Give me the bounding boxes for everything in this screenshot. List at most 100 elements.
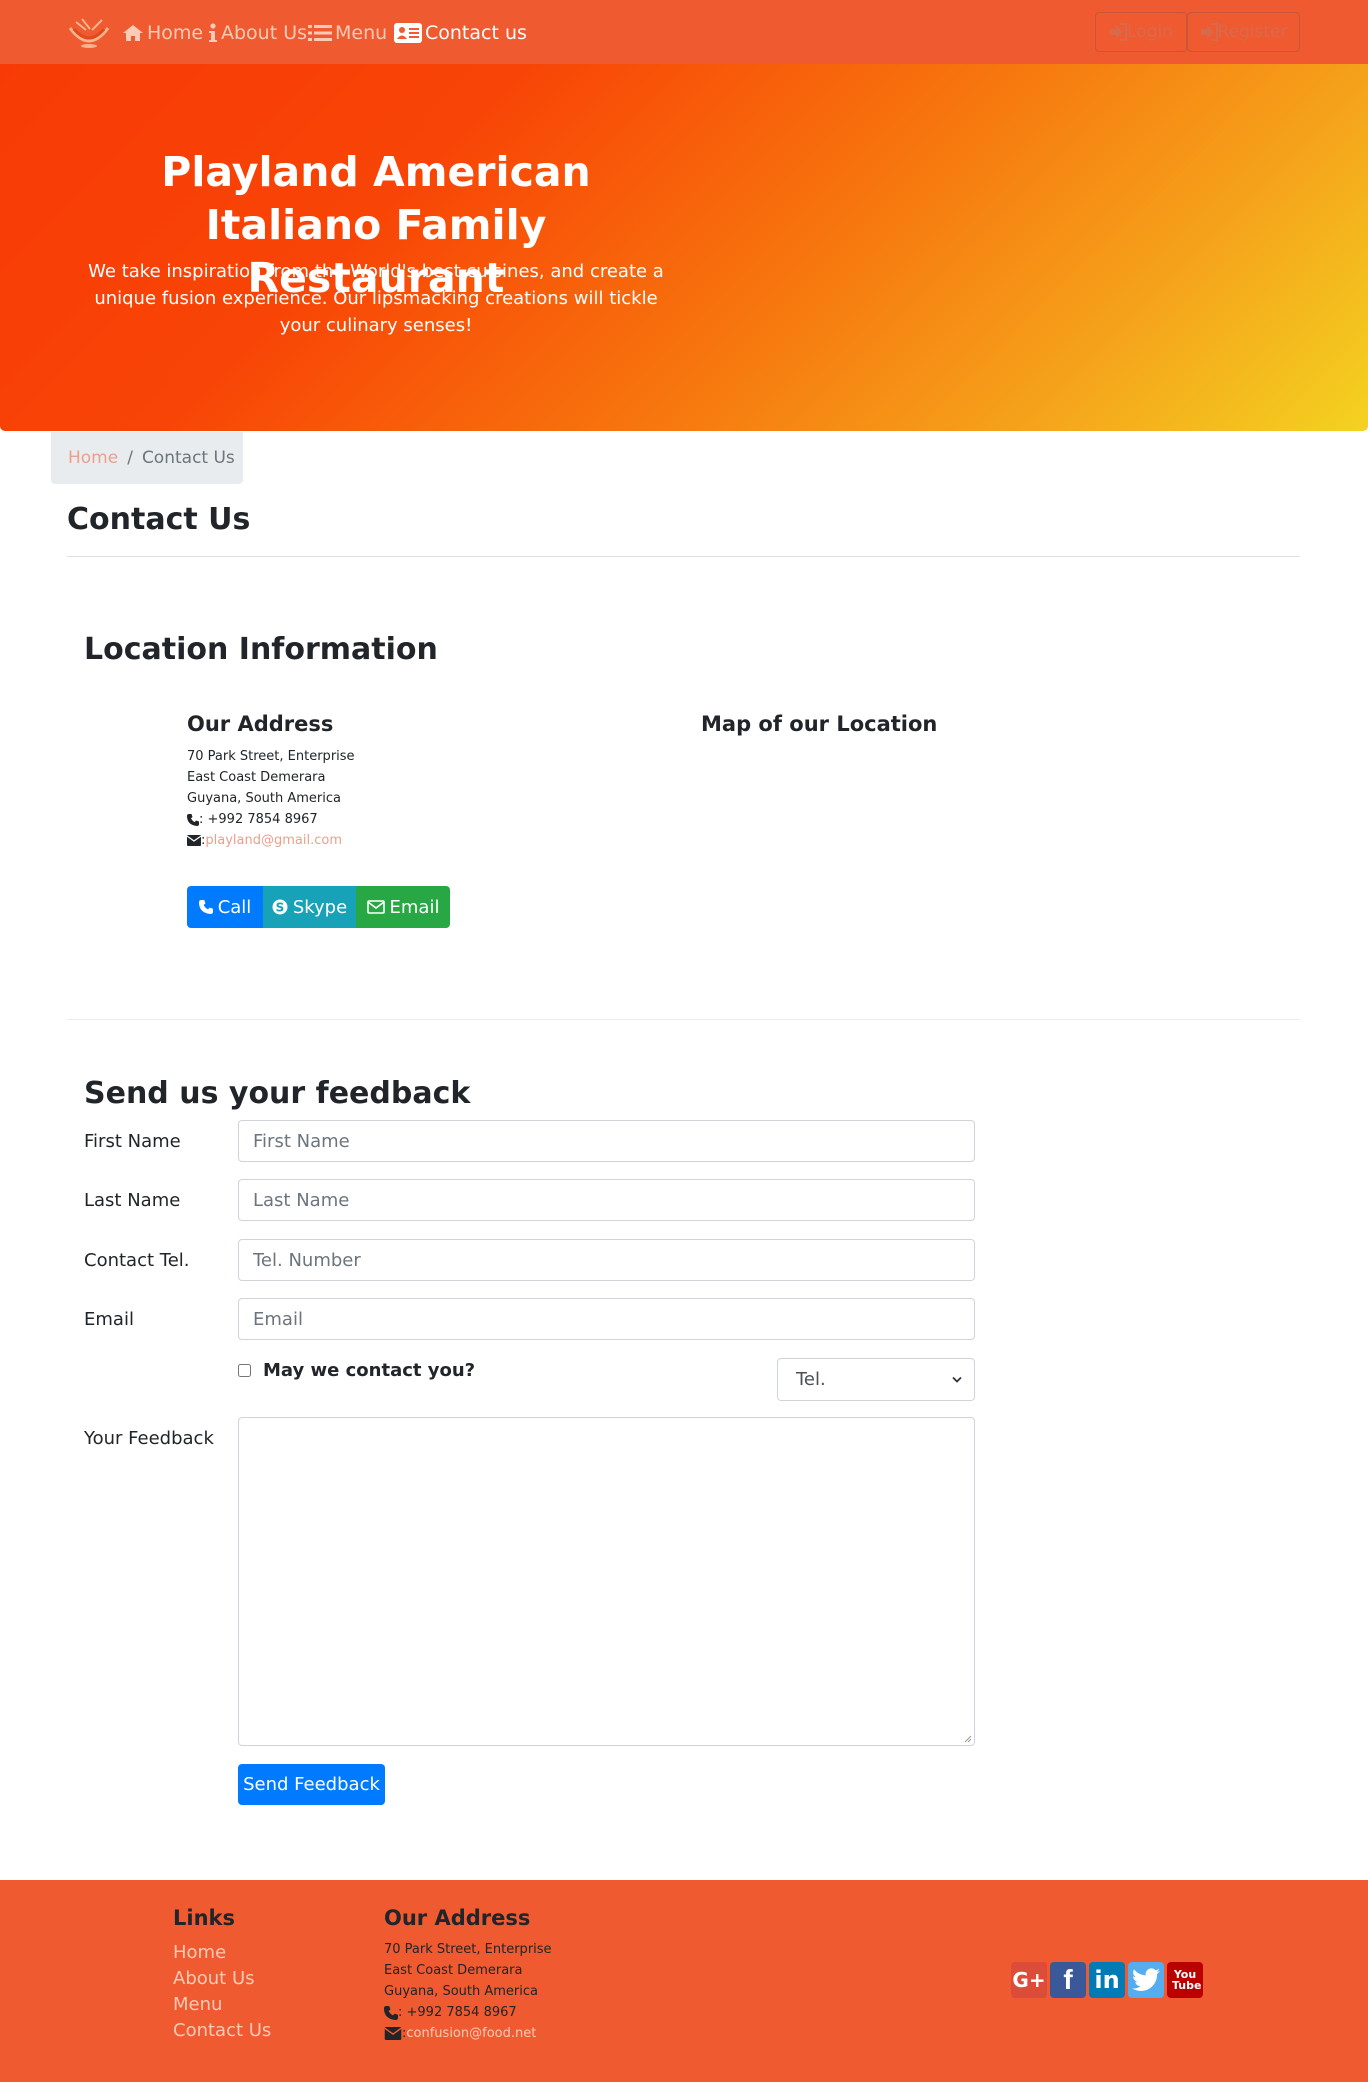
envelope-icon [187,835,201,846]
address-line: East Coast Demerara [384,1963,523,1978]
google-plus-icon[interactable]: G+ [1011,1962,1047,1998]
jumbotron: Playland American Italiano Family Restau… [0,64,1368,431]
sign-in-icon [1200,23,1218,41]
call-label: Call [217,896,252,918]
send-feedback-button[interactable]: Send Feedback [238,1764,385,1805]
email-link[interactable]: playland@gmail.com [205,830,342,851]
address-card-icon [394,23,422,43]
footer-email-row: : confusion@food.net [384,2023,552,2044]
contact-button-group: Call S Skype Email [187,886,450,928]
jumbotron-subtitle: We take inspiration from the World's bes… [88,261,664,336]
call-button[interactable]: Call [187,886,263,928]
footer-phone-text: : +992 7854 8967 [398,2005,517,2020]
nav-home[interactable]: Home [122,20,203,46]
contact-checkbox[interactable] [238,1364,251,1377]
nav-contact-label: Contact us [425,22,527,44]
phone-icon [384,2005,398,2020]
twitter-icon[interactable] [1128,1962,1164,1998]
twitter-bird-icon [1132,1968,1160,1991]
svg-text:S: S [275,901,284,915]
email-label: Email [84,1309,134,1330]
home-icon [123,25,143,41]
nav-home-label: Home [147,22,204,44]
skype-label: Skype [292,896,348,918]
divider [67,1019,1300,1020]
feedback-heading: Send us your feedback [84,1076,471,1111]
list-icon [308,25,332,41]
breadcrumb-home-link[interactable]: Home [68,448,118,468]
nav-menu-label: Menu [335,22,388,44]
breadcrumb-current: Contact Us [141,448,235,468]
footer-link-about[interactable]: About Us [173,1966,271,1992]
envelope-icon [366,900,385,914]
footer-address-heading: Our Address [384,1906,531,1930]
youtube-icon[interactable]: You Tube [1167,1962,1203,1998]
envelope-icon [384,2027,402,2040]
nav-about[interactable]: About Us [208,20,307,46]
page-title: Contact Us [67,502,251,537]
tel-label: Contact Tel. [84,1250,190,1271]
skype-icon: S [272,899,288,915]
last-name-input[interactable] [238,1179,975,1221]
email-row: : playland@gmail.com [187,830,355,851]
navbar: Home About Us Menu Contact us Login Regi… [0,0,1368,64]
nav-about-label: About Us [221,22,308,44]
linkedin-label: in [1094,1966,1120,1994]
footer-links-heading: Links [173,1906,235,1930]
restaurant-logo-icon[interactable] [66,14,112,50]
phone-row: : +992 7854 8967 [187,809,355,830]
login-button[interactable]: Login [1095,12,1187,52]
address-line: Guyana, South America [187,791,341,806]
first-name-input[interactable] [238,1120,975,1162]
footer-link-contact[interactable]: Contact Us [173,2018,271,2044]
tel-input[interactable] [238,1239,975,1281]
address-block: 70 Park Street, Enterprise East Coast De… [187,746,355,851]
address-line: East Coast Demerara [187,770,326,785]
email-button-label: Email [389,896,440,918]
facebook-icon[interactable]: f [1050,1962,1086,1998]
footer-link-menu[interactable]: Menu [173,1992,271,2018]
feedback-label: Your Feedback [84,1428,214,1449]
breadcrumb-separator: / [127,448,133,468]
nav-menu[interactable]: Menu [308,20,387,46]
phone-icon [187,813,199,826]
footer-address-block: 70 Park Street, Enterprise East Coast De… [384,1939,552,2044]
google-plus-label: G+ [1012,1968,1046,1992]
footer-links: Home About Us Menu Contact Us [173,1940,271,2044]
contact-method-value: Tel. [796,1369,826,1390]
location-heading: Location Information [84,632,438,667]
last-name-label: Last Name [84,1190,181,1211]
info-icon [209,23,217,42]
chevron-down-icon [952,1376,962,1383]
footer-link-home[interactable]: Home [173,1940,271,1966]
sign-in-icon [1110,23,1128,41]
address-line: 70 Park Street, Enterprise [187,749,355,764]
youtube-label: You Tube [1172,1968,1202,1992]
divider [67,556,1300,557]
map-heading: Map of our Location [701,712,938,736]
facebook-label: f [1063,1964,1073,1995]
footer-phone-row: : +992 7854 8967 [384,2002,552,2023]
register-button[interactable]: Register [1187,12,1300,52]
email-input[interactable] [238,1298,975,1340]
skype-button[interactable]: S Skype [263,886,356,928]
contact-method-select[interactable]: Tel. [777,1358,975,1401]
address-line: 70 Park Street, Enterprise [384,1942,552,1957]
breadcrumb: Home / Contact Us [51,432,243,484]
contact-permission[interactable]: May we contact you? [238,1360,475,1381]
social-links: G+ f in You Tube [1011,1962,1203,1998]
register-label: Register [1217,22,1288,42]
nav-contact[interactable]: Contact us [394,20,527,46]
linkedin-icon[interactable]: in [1089,1962,1125,1998]
phone-text: : +992 7854 8967 [199,812,318,827]
email-button[interactable]: Email [356,886,450,928]
phone-icon [198,900,213,914]
login-label: Login [1127,22,1173,42]
first-name-label: First Name [84,1131,181,1152]
contact-checkbox-label: May we contact you? [263,1360,476,1381]
address-heading: Our Address [187,712,334,736]
footer-email-link[interactable]: confusion@food.net [406,2023,536,2044]
resize-handle-icon[interactable] [962,1733,972,1743]
feedback-textarea[interactable] [238,1417,975,1746]
address-line: Guyana, South America [384,1984,538,1999]
